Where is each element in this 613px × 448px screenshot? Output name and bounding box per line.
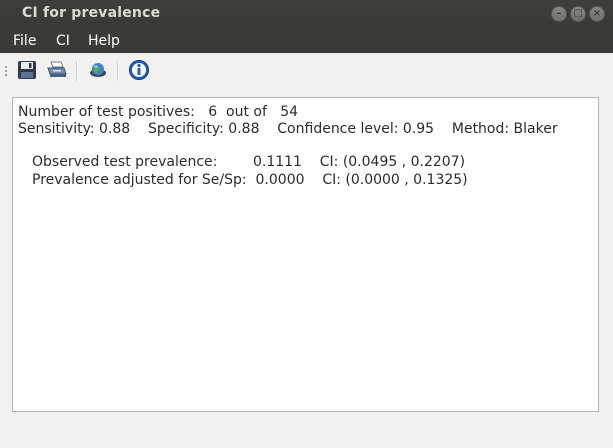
- print-button[interactable]: [45, 58, 69, 82]
- toolbar-separator: [76, 61, 78, 81]
- print-icon: [47, 61, 67, 77]
- save-button[interactable]: [15, 58, 39, 82]
- about-button[interactable]: [127, 58, 151, 82]
- globe-icon: [90, 63, 106, 77]
- close-icon: ×: [592, 8, 602, 19]
- results-text-area[interactable]: Number of test positives: 6 out of 54 Se…: [12, 97, 599, 412]
- menu-bar: File CI Help: [0, 29, 613, 53]
- toolbar: [0, 53, 613, 89]
- menu-help[interactable]: Help: [88, 33, 120, 49]
- test-positives-line: Number of test positives: 6 out of 54: [18, 104, 299, 120]
- menu-file[interactable]: File: [13, 33, 36, 49]
- save-icon: [18, 61, 36, 79]
- window-controls: – □ ×: [551, 6, 605, 22]
- minimize-button[interactable]: –: [551, 6, 567, 22]
- web-button[interactable]: [86, 58, 110, 82]
- toolbar-grip[interactable]: [4, 65, 8, 77]
- minimize-icon: –: [556, 8, 562, 19]
- maximize-icon: □: [573, 8, 583, 19]
- parameters-line: Sensitivity: 0.88 Specificity: 0.88 Conf…: [18, 121, 558, 137]
- adjusted-prevalence-line: Prevalence adjusted for Se/Sp: 0.0000 CI…: [32, 172, 468, 188]
- info-icon: [129, 60, 149, 80]
- maximize-button[interactable]: □: [570, 6, 586, 22]
- toolbar-separator: [117, 61, 119, 81]
- title-bar: CI for prevalence – □ ×: [0, 0, 613, 29]
- observed-prevalence-line: Observed test prevalence: 0.1111 CI: (0.…: [32, 154, 466, 170]
- window-title: CI for prevalence: [22, 5, 161, 21]
- menu-ci[interactable]: CI: [56, 33, 70, 49]
- close-button[interactable]: ×: [589, 6, 605, 22]
